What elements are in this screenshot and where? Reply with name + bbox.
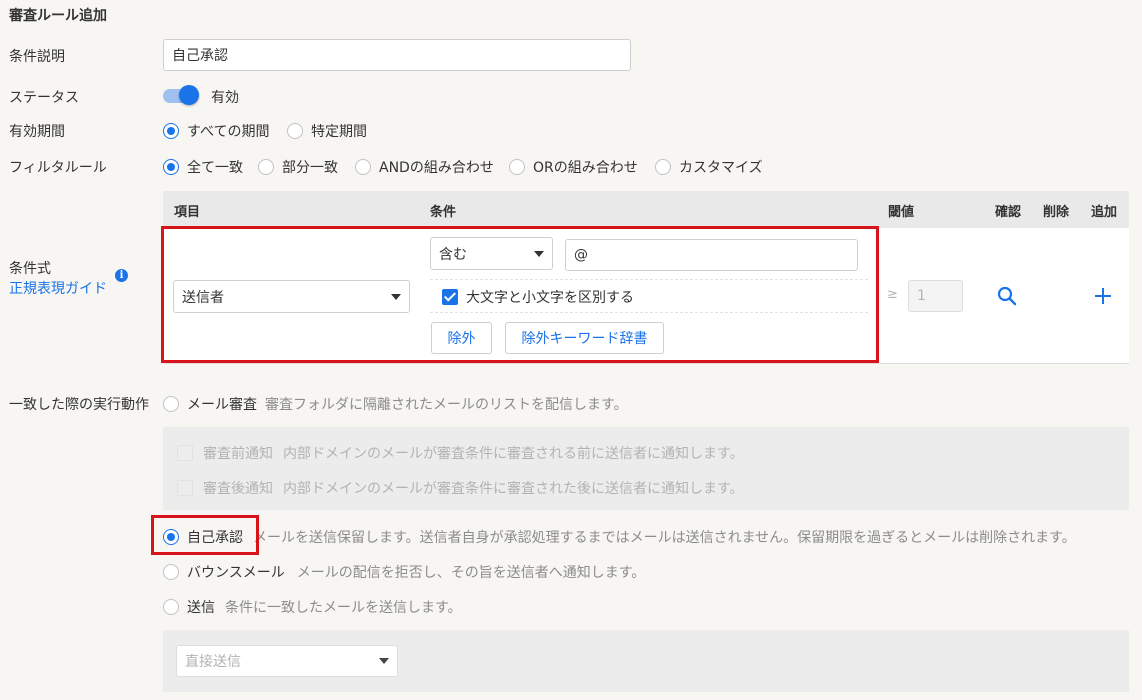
- highlight-self-approval: [151, 515, 259, 555]
- threshold-input[interactable]: 1: [908, 280, 963, 312]
- description-label: 条件説明: [9, 49, 65, 65]
- filter-option-partial[interactable]: 部分一致: [258, 157, 338, 177]
- condition-expr-label: 条件式: [9, 261, 51, 277]
- regex-guide-link[interactable]: 正規表現ガイド: [9, 278, 107, 298]
- condition-table-header: 項目 条件 閾値 確認 削除 追加: [163, 191, 1129, 229]
- header-threshold: 閾値: [888, 205, 915, 220]
- post-notify-option[interactable]: 審査後通知 内部ドメインのメールが審査条件に審査された後に送信者に通知します。: [177, 478, 744, 498]
- search-icon[interactable]: [997, 286, 1017, 306]
- header-delete: 削除: [1043, 205, 1070, 220]
- radio-icon[interactable]: [287, 123, 303, 139]
- header-add: 追加: [1091, 205, 1118, 220]
- checkbox-icon[interactable]: [177, 480, 193, 496]
- highlight-condition-row: [161, 226, 879, 363]
- pre-notify-option[interactable]: 審査前通知 内部ドメインのメールが審査条件に審査される前に送信者に通知します。: [177, 443, 744, 463]
- radio-icon[interactable]: [655, 159, 671, 175]
- status-label: ステータス: [9, 90, 79, 106]
- radio-icon[interactable]: [355, 159, 371, 175]
- page-title: 審査ルール追加: [9, 8, 107, 24]
- plus-icon[interactable]: [1094, 287, 1112, 305]
- header-condition: 条件: [430, 205, 457, 220]
- action-option-self-approval[interactable]: 自己承認 メールを送信保留します。送信者自身が承認処理するまではメールは送信され…: [163, 527, 1076, 547]
- radio-selected-icon[interactable]: [163, 159, 179, 175]
- period-option-specific[interactable]: 特定期間: [287, 121, 367, 141]
- header-item: 項目: [174, 205, 201, 220]
- period-option-all[interactable]: すべての期間: [163, 121, 269, 141]
- action-option-review[interactable]: メール審査 審査フォルダに隔離されたメールのリストを配信します。: [163, 394, 628, 414]
- action-option-send[interactable]: 送信 条件に一致したメールを送信します。: [163, 597, 462, 617]
- toggle-knob: [179, 85, 199, 105]
- status-text: 有効: [211, 90, 239, 106]
- radio-icon[interactable]: [258, 159, 274, 175]
- radio-selected-icon[interactable]: [163, 123, 179, 139]
- filter-option-all-match[interactable]: 全て一致: [163, 157, 243, 177]
- description-input[interactable]: 自己承認: [163, 39, 631, 71]
- filter-option-and[interactable]: ANDの組み合わせ: [355, 157, 494, 177]
- filter-option-or[interactable]: ORの組み合わせ: [509, 157, 638, 177]
- filter-option-custom[interactable]: カスタマイズ: [655, 157, 763, 177]
- header-confirm: 確認: [995, 205, 1022, 220]
- action-option-bounce[interactable]: バウンスメール メールの配信を拒否し、その旨を送信者へ通知します。: [163, 562, 645, 582]
- radio-icon[interactable]: [163, 564, 179, 580]
- chevron-down-icon: [379, 658, 389, 664]
- radio-icon[interactable]: [163, 599, 179, 615]
- threshold-symbol: ≥: [887, 287, 898, 302]
- info-icon[interactable]: i: [115, 269, 128, 282]
- period-label: 有効期間: [9, 124, 65, 140]
- radio-icon[interactable]: [163, 396, 179, 412]
- action-label: 一致した際の実行動作: [9, 397, 149, 413]
- checkbox-icon[interactable]: [177, 445, 193, 461]
- status-toggle[interactable]: [163, 85, 199, 105]
- radio-icon[interactable]: [509, 159, 525, 175]
- filter-rule-label: フィルタルール: [9, 160, 107, 176]
- send-mode-select[interactable]: 直接送信: [176, 645, 398, 677]
